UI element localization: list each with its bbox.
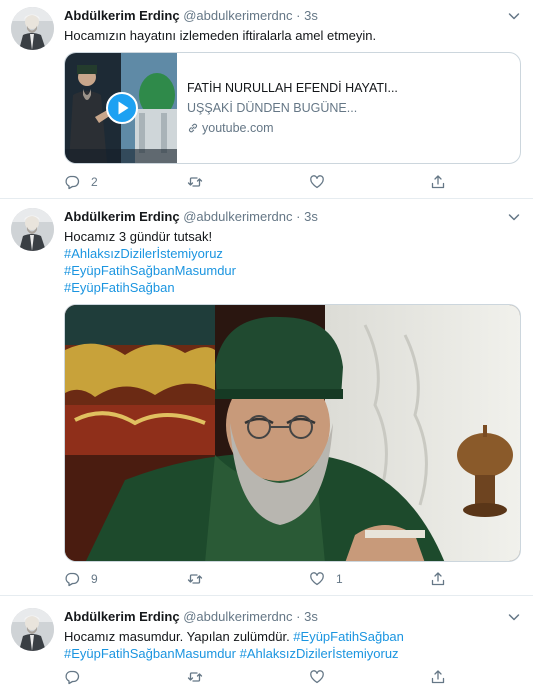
tweet-text-line: #EyüpFatihSağbanMasumdur #AhlaksızDizile… [64,645,404,662]
card-thumbnail [65,53,177,163]
hashtag-link[interactable]: #EyüpFatihSağbanMasumdur [64,646,236,661]
share-button[interactable] [430,668,446,686]
like-button[interactable] [309,668,336,686]
like-button[interactable] [309,173,336,191]
hashtag-link[interactable]: #AhlaksızDizilerİstemiyoruz [240,646,399,661]
tweet-text: Hocamız 3 gündür tutsak! #AhlaksızDizile… [64,228,236,296]
tweet-text-line: Hocamız masumdur. Yapılan zulümdür. #Eyü… [64,628,404,645]
user-handle[interactable]: @abdulkerimerdnc [183,8,292,23]
display-name[interactable]: Abdülkerim Erdinç [64,209,180,224]
share-icon [431,175,445,189]
retweet-button[interactable] [187,570,214,588]
hashtag-link[interactable]: #AhlaksızDizilerİstemiyoruz [64,245,236,262]
tweet-actions: 2 [64,173,454,191]
share-button[interactable] [430,173,446,191]
separator-dot: · [296,209,301,224]
retweet-icon [187,574,203,584]
display-name[interactable]: Abdülkerim Erdinç [64,609,180,624]
reply-button[interactable]: 9 [64,570,98,588]
avatar[interactable] [11,608,54,651]
tweet-text: Hocamız masumdur. Yapılan zulümdür. #Eyü… [64,628,404,662]
like-icon [310,175,324,189]
like-count: 1 [336,572,343,586]
hashtag-link[interactable]: #EyüpFatihSağbanMasumdur [64,262,236,279]
link-icon [188,123,198,133]
card-domain: youtube.com [187,121,274,135]
tweet[interactable]: Abdülkerim Erdinç @abdulkerimerdnc · 3s … [0,0,533,199]
reply-button[interactable]: 2 [64,173,98,191]
like-icon [310,670,324,684]
reply-count: 2 [91,175,98,189]
timestamp[interactable]: 3s [304,209,318,224]
retweet-button[interactable] [187,668,214,686]
tweet-photo[interactable] [64,304,521,562]
reply-icon [65,572,80,587]
tweet-header: Abdülkerim Erdinç @abdulkerimerdnc · 3s [64,7,318,25]
tweet-text-plain: Hocamız masumdur. Yapılan zulümdür. [64,629,294,644]
like-button[interactable]: 1 [309,570,343,588]
tweet[interactable]: Abdülkerim Erdinç @abdulkerimerdnc · 3s … [0,199,533,596]
like-icon [310,572,324,586]
retweet-icon [187,672,203,682]
chevron-down-icon[interactable] [507,210,521,224]
reply-icon [65,670,80,685]
hashtag-link[interactable]: #EyüpFatihSağban [293,629,404,644]
link-card[interactable]: FATİH NURULLAH EFENDİ HAYATI... UŞŞAKİ D… [64,52,521,164]
hashtag-link[interactable]: #EyüpFatihSağban [64,279,236,296]
share-icon [431,572,445,586]
tweet[interactable]: Abdülkerim Erdinç @abdulkerimerdnc · 3s … [0,596,533,691]
play-icon[interactable] [106,92,138,124]
user-handle[interactable]: @abdulkerimerdnc [183,609,292,624]
user-handle[interactable]: @abdulkerimerdnc [183,209,292,224]
timestamp[interactable]: 3s [304,609,318,624]
tweet-actions: 9 1 [64,570,454,588]
share-button[interactable] [430,570,446,588]
card-domain-text: youtube.com [202,121,274,135]
tweet-header: Abdülkerim Erdinç @abdulkerimerdnc · 3s [64,208,318,226]
separator-dot: · [296,609,301,624]
separator-dot: · [296,8,301,23]
tweet-text: Hocamızın hayatını izlemeden iftiralarla… [64,28,377,43]
reply-button[interactable] [64,668,91,686]
avatar[interactable] [11,7,54,50]
display-name[interactable]: Abdülkerim Erdinç [64,8,180,23]
tweet-actions [64,668,454,686]
card-title: FATİH NURULLAH EFENDİ HAYATI... [187,81,398,95]
reply-count: 9 [91,572,98,586]
retweet-icon [187,177,203,187]
reply-icon [65,175,80,190]
avatar[interactable] [11,208,54,251]
tweet-text-line: Hocamız 3 gündür tutsak! [64,229,213,244]
retweet-button[interactable] [187,173,214,191]
chevron-down-icon[interactable] [507,610,521,624]
share-icon [431,670,445,684]
chevron-down-icon[interactable] [507,9,521,23]
tweet-header: Abdülkerim Erdinç @abdulkerimerdnc · 3s [64,608,318,626]
card-description: UŞŞAKİ DÜNDEN BUGÜNE... [187,101,358,115]
timestamp[interactable]: 3s [304,8,318,23]
